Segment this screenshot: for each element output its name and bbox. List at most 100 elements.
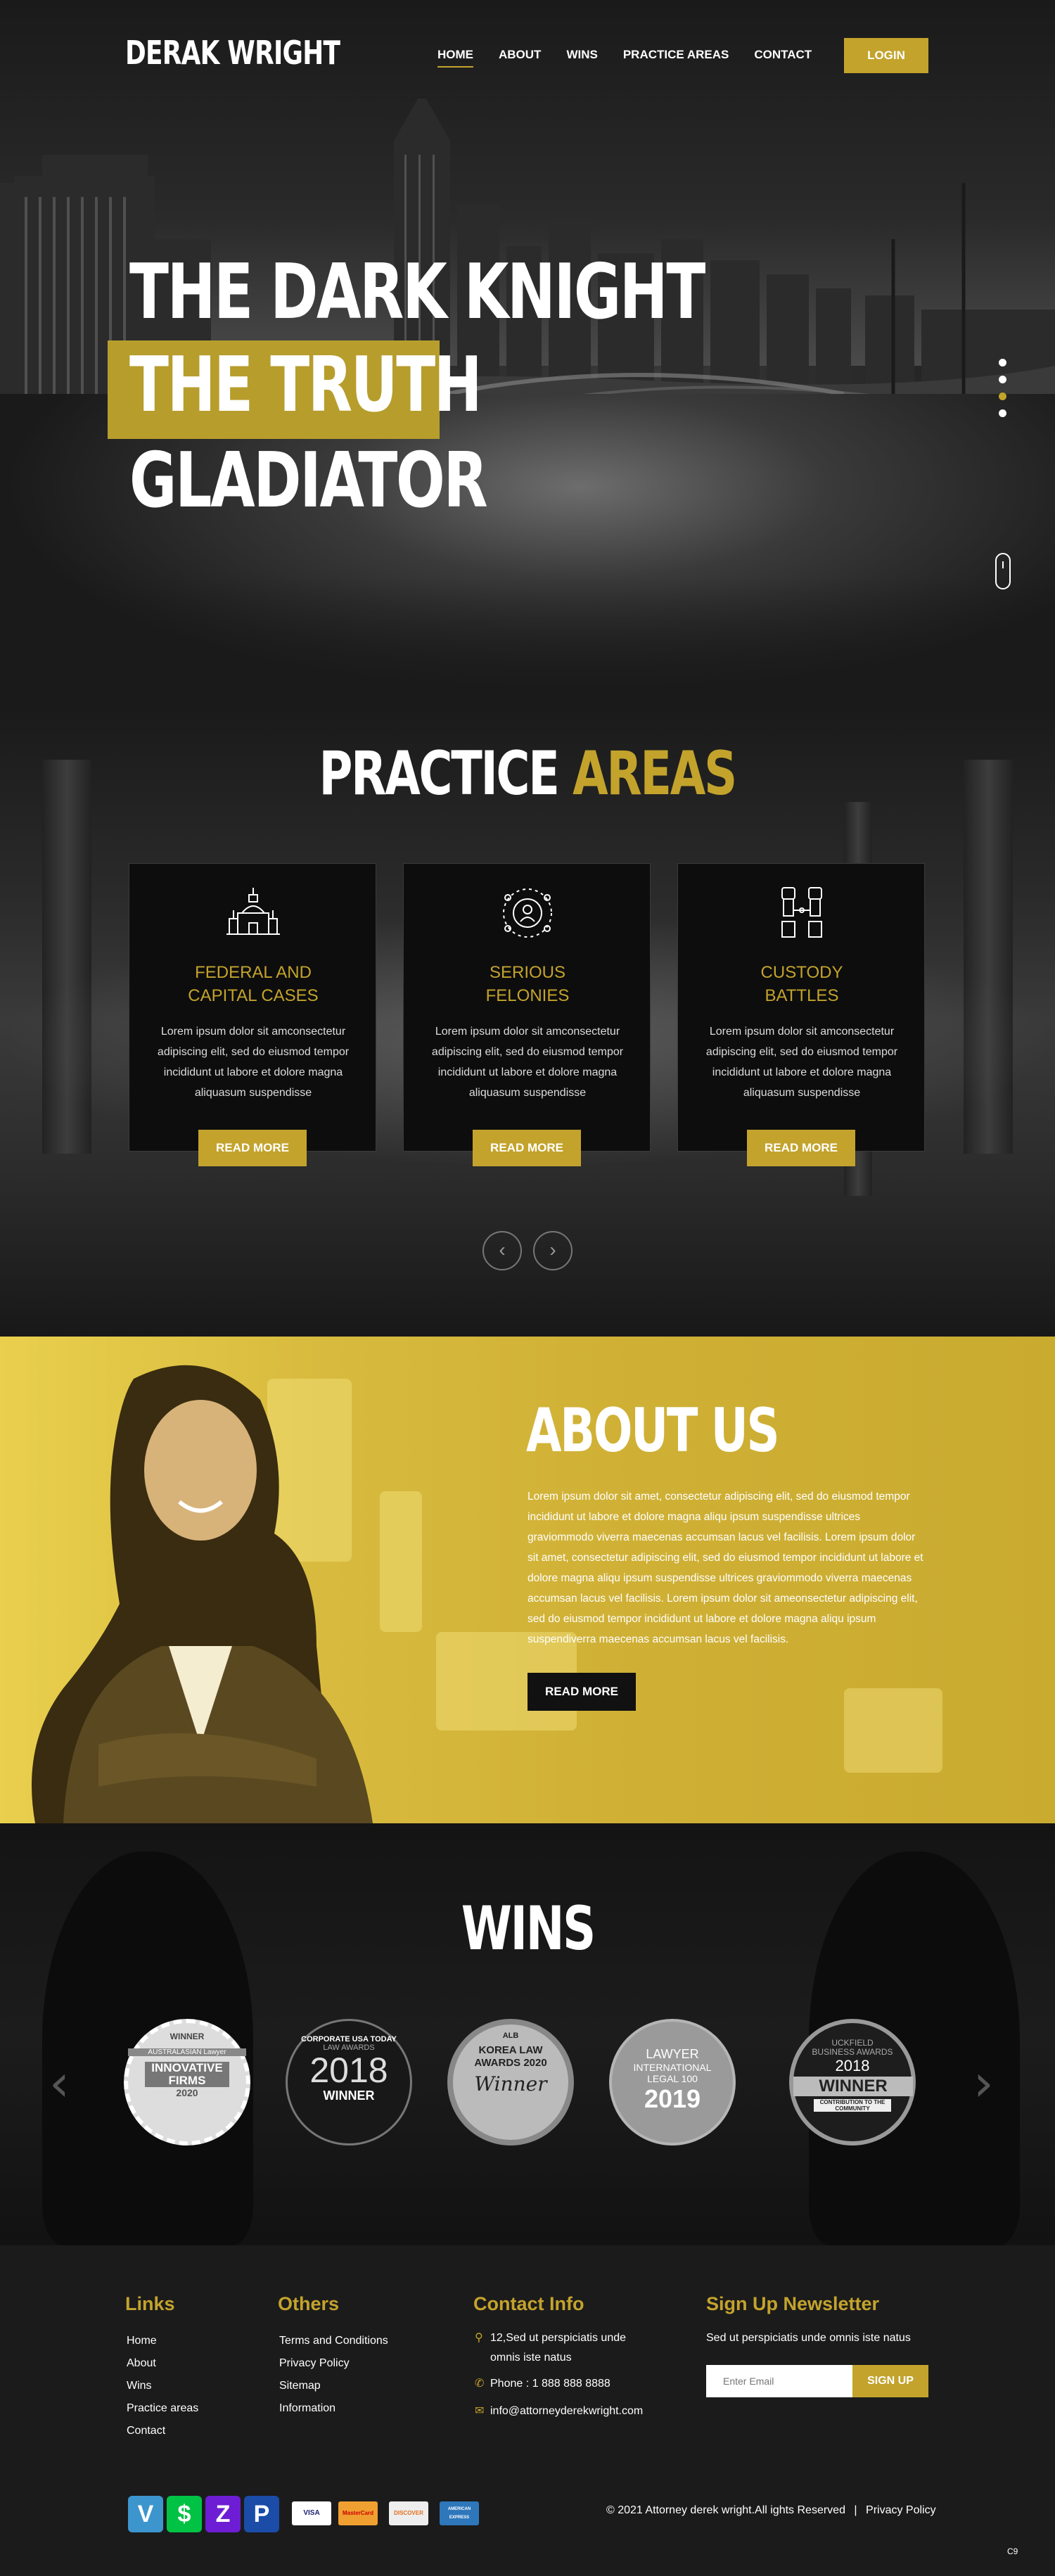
contact-phone[interactable]: ✆ Phone : 1 888 888 8888	[475, 2374, 610, 2394]
nav-about[interactable]: ABOUT	[499, 48, 541, 68]
corner-code: C9	[1007, 2546, 1018, 2556]
footer-newsletter-title: Sign Up Newsletter	[706, 2293, 880, 2314]
phone-text: Phone : 1 888 888 8888	[490, 2378, 610, 2390]
hero-headline-line2: THE TRUTH	[129, 341, 482, 429]
scroll-mouse-icon[interactable]	[995, 553, 1011, 589]
wins-prev-icon[interactable]: ‹	[49, 2058, 70, 2108]
footer-link-practice-areas[interactable]: Practice areas	[127, 2397, 198, 2420]
badge-main: WINNER	[793, 2077, 913, 2096]
slide-dot[interactable]	[999, 359, 1006, 366]
person-network-icon	[503, 888, 552, 938]
discover-card-icon: DISCOVER	[389, 2501, 428, 2525]
title-gold: AREAS	[573, 739, 737, 809]
slide-dot[interactable]	[999, 409, 1006, 417]
address-line1: 12,Sed ut perspiciatis unde	[490, 2332, 627, 2344]
mastercard-icon: MasterCard	[338, 2501, 378, 2525]
practice-areas-title: PRACTICE AREAS	[0, 739, 1055, 809]
attorney-portrait-image	[32, 1365, 373, 1823]
award-badge-korea-law: ALB KOREA LAW AWARDS 2020 Winner	[447, 2019, 574, 2145]
badge-main: 2018	[309, 2051, 388, 2090]
card-title-line2: FELONIES	[485, 986, 570, 1005]
cash-app-icon: $	[167, 2496, 202, 2532]
carousel-prev-icon[interactable]: ‹	[482, 1231, 522, 1270]
card-title-line2: BATTLES	[765, 986, 839, 1005]
map-pin-icon: ⚲	[475, 2332, 483, 2344]
read-more-button[interactable]: READ MORE	[198, 1130, 307, 1166]
phone-icon: ✆	[475, 2378, 485, 2390]
hero-fade	[0, 577, 1055, 703]
card-text: Lorem ipsum dolor sit amconsectetur adip…	[157, 1026, 350, 1099]
read-more-button[interactable]: READ MORE	[473, 1130, 581, 1166]
badge-main: Winner	[474, 2072, 547, 2096]
address-line2: omnis iste natus	[490, 2352, 572, 2364]
copyright-privacy-link[interactable]: Privacy Policy	[866, 2504, 936, 2516]
badge-year: CONTRIBUTION TO THE COMMUNITY	[814, 2099, 891, 2112]
award-badge-corporate-usa: CORPORATE USA TODAY LAW AWARDS 2018 WINN…	[286, 2019, 412, 2145]
footer-others-list: Terms and Conditions Privacy Policy Site…	[279, 2330, 388, 2420]
footer-link-information[interactable]: Information	[279, 2397, 388, 2420]
card-text: Lorem ipsum dolor sit amconsectetur adip…	[431, 1026, 624, 1099]
zelle-icon: Z	[205, 2496, 241, 2532]
footer-links-list: Home About Wins Practice areas Contact	[127, 2330, 198, 2442]
contact-email[interactable]: ✉ info@attorneyderekwright.com	[475, 2402, 643, 2421]
venmo-icon: V	[128, 2496, 163, 2532]
footer-link-sitemap[interactable]: Sitemap	[279, 2375, 388, 2397]
badge-mid: INTERNATIONAL LEGAL 100	[633, 2062, 712, 2084]
newsletter-email-input[interactable]	[706, 2365, 852, 2397]
paypal-icon: P	[244, 2496, 279, 2532]
badge-year: 2020	[176, 2087, 198, 2098]
about-read-more-button[interactable]: READ MORE	[528, 1673, 636, 1711]
footer-link-home[interactable]: Home	[127, 2330, 198, 2352]
handcuffs-icon	[781, 887, 822, 938]
badge-mid: AUSTRALASIAN Lawyer	[128, 2048, 246, 2056]
newsletter-signup-button[interactable]: SIGN UP	[852, 2365, 928, 2397]
wins-next-icon[interactable]: ›	[973, 2058, 994, 2108]
newsletter-text: Sed ut perspiciatis unde omnis iste natu…	[706, 2332, 911, 2344]
award-badge-innovative-firms: WINNER AUSTRALASIAN Lawyer INNOVATIVE FI…	[124, 2019, 250, 2145]
practice-card-federal: FEDERAL AND CAPITAL CASES Lorem ipsum dol…	[129, 863, 376, 1166]
slide-dot[interactable]	[999, 376, 1006, 383]
practice-card-custody: CUSTODY BATTLES Lorem ipsum dolor sit amc…	[677, 863, 925, 1166]
read-more-button[interactable]: READ MORE	[747, 1130, 855, 1166]
badge-top: UCKFIELD BUSINESS AWARDS	[812, 2038, 893, 2057]
badge-top: CORPORATE USA TODAY	[301, 2035, 397, 2043]
wins-title: WINS	[461, 1894, 595, 1964]
brand-logo[interactable]: DERAK WRIGHT	[125, 34, 340, 72]
badge-mid: KOREA LAW AWARDS 2020	[474, 2044, 547, 2069]
envelope-icon: ✉	[475, 2405, 485, 2417]
award-badge-legal-100: LAWYER INTERNATIONAL LEGAL 100 2019	[609, 2019, 736, 2145]
award-badge-uckfield: UCKFIELD BUSINESS AWARDS 2018 WINNER CON…	[789, 2019, 916, 2145]
visa-card-icon: VISA	[292, 2501, 331, 2525]
carousel-next-icon[interactable]: ›	[533, 1231, 573, 1270]
footer-link-contact[interactable]: Contact	[127, 2420, 198, 2442]
login-button[interactable]: LOGIN	[844, 38, 928, 73]
badge-main: INNOVATIVE FIRMS	[145, 2062, 229, 2087]
nav-practice-areas[interactable]: PRACTICE AREAS	[623, 48, 729, 68]
footer-links-title: Links	[125, 2293, 175, 2314]
nav-home[interactable]: HOME	[437, 48, 473, 68]
amex-card-icon: AMERICAN EXPRESS	[440, 2501, 479, 2525]
card-title-line2: CAPITAL CASES	[188, 986, 319, 1005]
hero-slide-dots	[999, 359, 1006, 417]
hero-headline-line1: THE DARK KNIGHT	[129, 248, 705, 336]
contact-address: ⚲ 12,Sed ut perspiciatis unde omnis iste …	[475, 2328, 626, 2368]
background-bokeh	[844, 1688, 942, 1773]
badge-year: WINNER	[323, 2089, 375, 2103]
badge-top: ALB	[502, 2032, 519, 2040]
footer-link-about[interactable]: About	[127, 2352, 198, 2375]
hero-headline-line3: GLADIATOR	[129, 437, 488, 525]
footer-link-privacy[interactable]: Privacy Policy	[279, 2352, 388, 2375]
building-icon	[226, 888, 280, 935]
footer-link-terms[interactable]: Terms and Conditions	[279, 2330, 388, 2352]
practice-card-felonies: SERIOUS FELONIES Lorem ipsum dolor sit am…	[403, 863, 651, 1166]
slide-dot-active[interactable]	[999, 393, 1006, 400]
footer-link-wins[interactable]: Wins	[127, 2375, 198, 2397]
footer-others-title: Others	[278, 2293, 340, 2314]
card-title-line1: FEDERAL AND	[195, 963, 312, 982]
email-text: info@attorneyderekwright.com	[490, 2405, 644, 2417]
main-nav: HOME ABOUT WINS PRACTICE AREAS CONTACT	[437, 48, 812, 68]
footer-contact-title: Contact Info	[473, 2293, 584, 2314]
nav-wins[interactable]: WINS	[566, 48, 597, 68]
badge-mid: 2018	[835, 2057, 870, 2074]
nav-contact[interactable]: CONTACT	[754, 48, 812, 68]
